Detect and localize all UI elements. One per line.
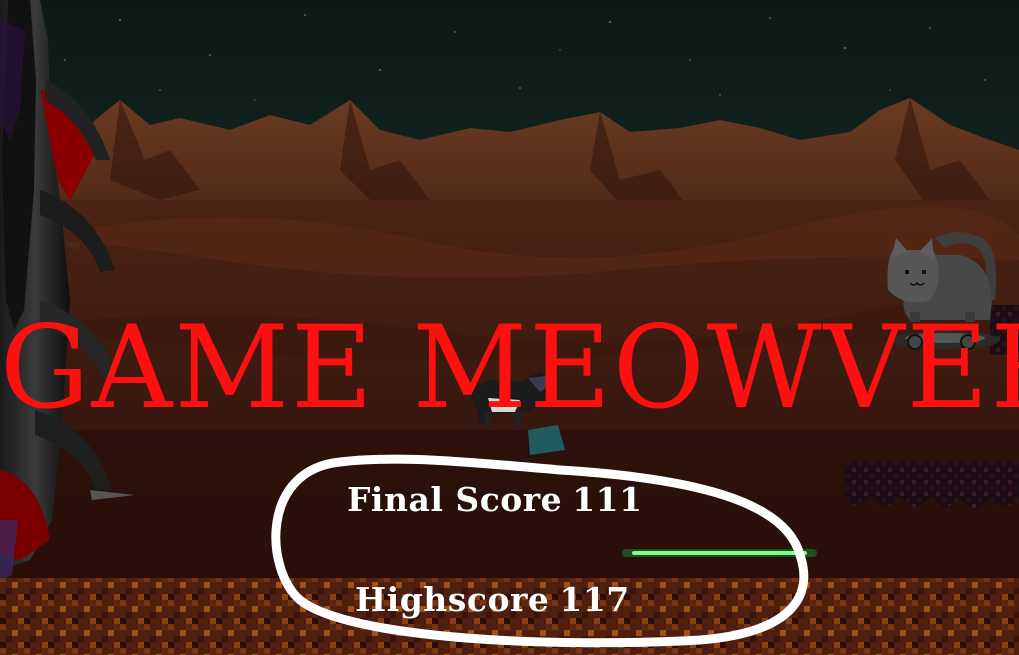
final-score-value: 111 [572, 480, 643, 519]
game-screen: GAME MEOWVER Final Score 111 Highscore 117 [0, 0, 1019, 655]
highscore-label: Highscore [355, 580, 550, 619]
game-over-title: GAME MEOWVER [0, 301, 1019, 435]
final-score-line: Final Score 111 [347, 480, 643, 520]
laser-beam [622, 549, 817, 557]
final-score-label: Final Score [347, 480, 563, 519]
highscore-line: Highscore 117 [355, 580, 630, 620]
highscore-value: 117 [559, 580, 630, 619]
